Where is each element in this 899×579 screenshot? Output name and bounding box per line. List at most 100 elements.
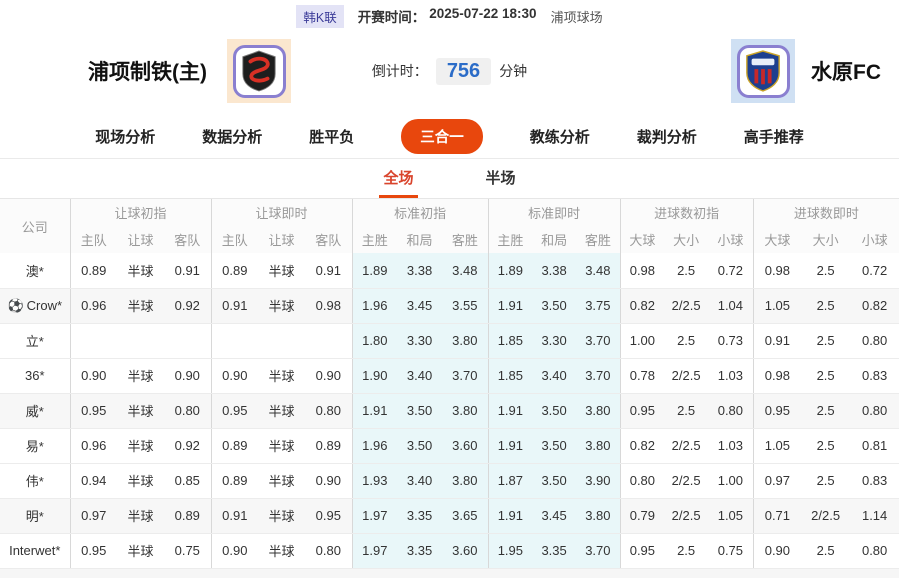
odds-cell: 3.80 (442, 323, 488, 358)
odds-row-3: 36*0.90半球0.900.90半球0.901.903.403.701.853… (0, 358, 899, 393)
sub-header-2-0: 主胜 (352, 226, 397, 253)
nav-tab-2[interactable]: 胜平负 (309, 126, 354, 147)
odds-cell: 半球 (258, 463, 305, 498)
company-name: 36* (25, 368, 45, 383)
home-team-logo (227, 39, 291, 103)
company-name: 伟* (26, 474, 44, 489)
odds-cell: 0.90 (753, 533, 801, 568)
company-cell: ⚽Crow* (0, 288, 70, 323)
odds-row-8: Interwet*0.95半球0.750.90半球0.801.973.353.6… (0, 533, 899, 568)
kickoff-label: 开赛时间： (358, 6, 426, 26)
home-team-name: 浦项制铁(主) (88, 56, 207, 86)
odds-cell: 半球 (117, 288, 164, 323)
sub-header-5-1: 大小 (801, 226, 850, 253)
odds-cell: 0.72 (708, 253, 753, 288)
odds-cell: 0.95 (620, 393, 664, 428)
odds-cell: 0.72 (850, 253, 899, 288)
odds-cell: 3.40 (397, 358, 442, 393)
odds-cell: 1.96 (352, 428, 397, 463)
sub-tab-1[interactable]: 半场 (482, 159, 520, 198)
odds-cell: 0.90 (305, 463, 352, 498)
sub-header-3-1: 和局 (532, 226, 576, 253)
company-cell: 明* (0, 498, 70, 533)
odds-cell: 0.80 (620, 463, 664, 498)
odds-cell: 0.98 (753, 253, 801, 288)
odds-cell: 3.65 (442, 498, 488, 533)
odds-cell: 0.89 (70, 253, 117, 288)
odds-cell: 0.89 (305, 428, 352, 463)
odds-row-0: 澳*0.89半球0.910.89半球0.911.893.383.481.893.… (0, 253, 899, 288)
odds-cell: 3.35 (532, 533, 576, 568)
odds-cell: 0.80 (850, 533, 899, 568)
odds-cell: 半球 (258, 428, 305, 463)
odds-cell: 3.80 (442, 463, 488, 498)
nav-tab-0[interactable]: 现场分析 (95, 126, 155, 147)
odds-row-7: 明*0.97半球0.890.91半球0.951.973.353.651.913.… (0, 498, 899, 533)
odds-cell: 0.80 (850, 393, 899, 428)
sub-header-2-1: 和局 (397, 226, 442, 253)
odds-cell: 1.04 (708, 288, 753, 323)
odds-cell: 0.78 (620, 358, 664, 393)
odds-cell: 1.85 (488, 358, 532, 393)
odds-cell: 0.80 (164, 393, 211, 428)
odds-cell: 1.05 (708, 498, 753, 533)
odds-cell: 3.75 (576, 288, 620, 323)
odds-cell: 2/2.5 (664, 288, 708, 323)
odds-cell: 3.50 (532, 428, 576, 463)
odds-cell: 0.95 (620, 533, 664, 568)
odds-cell: 0.91 (305, 253, 352, 288)
odds-cell: 0.91 (164, 253, 211, 288)
odds-cell: 0.90 (211, 533, 258, 568)
odds-cell: 3.50 (532, 288, 576, 323)
sub-tab-0[interactable]: 全场 (379, 159, 417, 198)
odds-cell: 0.83 (850, 463, 899, 498)
odds-cell: 3.38 (397, 253, 442, 288)
odds-cell: 0.80 (305, 533, 352, 568)
home-crest-icon (233, 45, 286, 98)
nav-tab-3[interactable]: 三合一 (401, 119, 483, 154)
odds-cell: 2.5 (801, 463, 850, 498)
sub-header-0-2: 客队 (164, 226, 211, 253)
odds-cell: 2.5 (801, 428, 850, 463)
match-header: 浦项制铁(主) 倒计时： 756 分钟 (0, 28, 899, 114)
company-cell: Interwet* (0, 533, 70, 568)
odds-cell: 3.70 (576, 323, 620, 358)
group-header-2: 标准初指 (352, 199, 488, 226)
odds-row-4: 威*0.95半球0.800.95半球0.801.913.503.801.913.… (0, 393, 899, 428)
odds-cell: 1.14 (850, 498, 899, 533)
sub-header-3-0: 主胜 (488, 226, 532, 253)
nav-tab-5[interactable]: 裁判分析 (637, 126, 697, 147)
odds-cell: 0.79 (620, 498, 664, 533)
odds-cell: 0.97 (70, 498, 117, 533)
league-badge[interactable]: 韩K联 (296, 5, 343, 28)
odds-cell: 3.38 (532, 253, 576, 288)
group-header-5: 进球数即时 (753, 199, 899, 226)
sub-header-4-2: 小球 (708, 226, 753, 253)
nav-tab-4[interactable]: 教练分析 (530, 126, 590, 147)
odds-cell: 0.81 (850, 428, 899, 463)
odds-cell: 3.35 (397, 498, 442, 533)
sub-header-5-2: 小球 (850, 226, 899, 253)
top-bar: 韩K联 开赛时间： 2025-07-22 18:30 浦项球场 (0, 0, 899, 28)
nav-tab-6[interactable]: 高手推荐 (744, 126, 804, 147)
odds-cell: 半球 (117, 393, 164, 428)
odds-cell: 半球 (117, 428, 164, 463)
odds-cell: 0.85 (164, 463, 211, 498)
odds-cell (70, 323, 117, 358)
company-name: 易* (26, 439, 44, 454)
odds-cell: 2.5 (664, 393, 708, 428)
nav-tab-1[interactable]: 数据分析 (202, 126, 262, 147)
odds-cell: 3.70 (576, 358, 620, 393)
odds-cell: 0.98 (620, 253, 664, 288)
odds-cell: 0.80 (305, 393, 352, 428)
sub-header-1-1: 让球 (258, 226, 305, 253)
odds-cell: 1.91 (352, 393, 397, 428)
nav-tabs: 现场分析 数据分析 胜平负 三合一 教练分析 裁判分析 高手推荐 (0, 114, 899, 159)
group-header-3: 标准即时 (488, 199, 620, 226)
odds-cell: 2/2.5 (664, 358, 708, 393)
odds-cell: 2/2.5 (801, 498, 850, 533)
company-cell: 36* (0, 358, 70, 393)
odds-cell: 3.90 (576, 463, 620, 498)
odds-cell: 半球 (258, 358, 305, 393)
odds-cell: 1.91 (488, 428, 532, 463)
